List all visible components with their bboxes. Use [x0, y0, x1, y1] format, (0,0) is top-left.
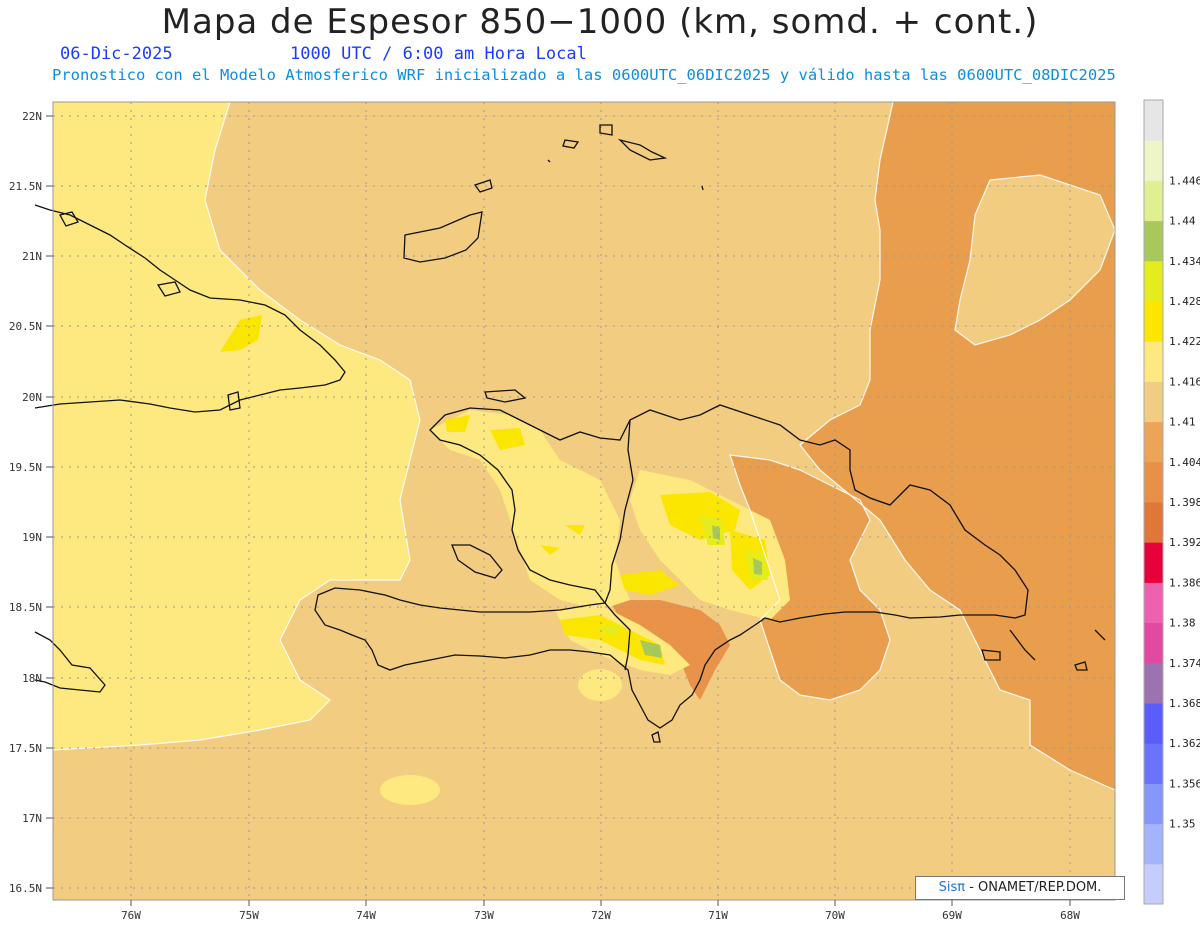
colorbar-label: 1.398 [1169, 496, 1200, 509]
colorbar-swatch [1144, 100, 1163, 141]
lat-label: 19N [22, 531, 42, 544]
colorbar-label: 1.368 [1169, 697, 1200, 710]
colorbar-label: 1.446 [1169, 174, 1200, 187]
colorbar-swatch [1144, 180, 1163, 222]
colorbar-label: 1.404 [1169, 456, 1200, 469]
forecast-time: 1000 UTC / 6:00 am Hora Local [290, 44, 587, 64]
lon-label: 72W [591, 909, 611, 922]
colorbar-label: 1.44 [1169, 215, 1196, 228]
colorbar-swatch [1144, 783, 1163, 825]
colorbar-label: 1.392 [1169, 536, 1200, 549]
colorbar [1143, 99, 1164, 905]
lat-label: 17.5N [9, 742, 42, 755]
colorbar-label: 1.386 [1169, 576, 1200, 589]
colorbar-swatch [1144, 743, 1163, 784]
thickness-map: 22N 21.5N 21N 20.5N 20N 19.5N 19N 18.5N … [9, 99, 1200, 922]
lat-label: 17N [22, 812, 42, 825]
colorbar-label: 1.428 [1169, 295, 1200, 308]
band-1410-blob2 [578, 669, 622, 701]
lat-label: 21.5N [9, 180, 42, 193]
forecast-date: 06-Dic-2025 [60, 44, 173, 64]
lon-label: 74W [356, 909, 376, 922]
lon-label: 70W [825, 909, 845, 922]
colorbar-label: 1.362 [1169, 737, 1200, 750]
lat-label: 20.5N [9, 320, 42, 333]
colorbar-swatch [1144, 461, 1163, 503]
lat-label: 20N [22, 391, 42, 404]
lat-label: 22N [22, 110, 42, 123]
colorbar-swatch [1144, 662, 1163, 704]
lat-label: 18N [22, 672, 42, 685]
colorbar-swatch [1144, 622, 1163, 664]
colorbar-swatch [1144, 582, 1163, 624]
colorbar-label: 1.416 [1169, 375, 1200, 388]
lat-label: 16.5N [9, 882, 42, 895]
colorbar-swatch [1144, 863, 1163, 905]
lat-label: 21N [22, 250, 42, 263]
colorbar-swatch [1144, 381, 1163, 423]
lat-label: 19.5N [9, 461, 42, 474]
colorbar-label: 1.356 [1169, 777, 1200, 790]
colorbar-label: 1.38 [1169, 617, 1196, 630]
lon-label: 71W [708, 909, 728, 922]
colorbar-swatch [1144, 140, 1163, 181]
colorbar-label: 1.422 [1169, 335, 1200, 348]
colorbar-swatch [1144, 341, 1163, 382]
colorbar-swatch [1144, 703, 1163, 744]
colorbar-swatch [1144, 823, 1163, 865]
colorbar-swatch [1144, 260, 1163, 302]
colorbar-swatch [1144, 542, 1163, 583]
lon-label: 73W [474, 909, 494, 922]
page-title: Mapa de Espesor 850−1000 (km, somd. + co… [161, 2, 1039, 42]
colorbar-swatch [1144, 421, 1163, 463]
lat-labels: 22N 21.5N 21N 20.5N 20N 19.5N 19N 18.5N … [9, 110, 42, 895]
colorbar-swatch [1144, 220, 1163, 262]
lon-label: 68W [1060, 909, 1080, 922]
credit-org: - ONAMET/REP.DOM. [965, 880, 1102, 895]
lon-label: 75W [239, 909, 259, 922]
credit-badge: Sisπ - ONAMET/REP.DOM. [915, 876, 1125, 900]
sis-logo: Sisπ [938, 880, 966, 895]
lon-labels: 76W 75W 74W 73W 72W 71W 70W 69W 68W [121, 909, 1080, 922]
model-info: Pronostico con el Modelo Atmosferico WRF… [52, 66, 1116, 84]
lat-label: 18.5N [9, 601, 42, 614]
colorbar-label: 1.434 [1169, 255, 1200, 268]
colorbar-labels: 1.35 1.356 1.362 1.368 1.374 1.38 1.386 1.392 1.… [1169, 174, 1200, 830]
colorbar-label: 1.35 [1169, 818, 1196, 831]
lon-label: 69W [942, 909, 962, 922]
band-1410-blob [380, 775, 440, 805]
lon-label: 76W [121, 909, 141, 922]
colorbar-label: 1.374 [1169, 657, 1200, 670]
colorbar-swatch [1144, 502, 1163, 543]
colorbar-swatch [1144, 301, 1163, 342]
colorbar-label: 1.41 [1169, 416, 1196, 429]
